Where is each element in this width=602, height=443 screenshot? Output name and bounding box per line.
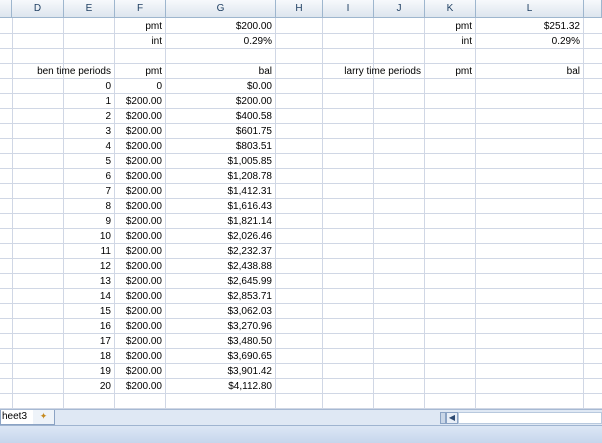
column-header-j[interactable]: J [374, 0, 425, 18]
period-cell[interactable]: 6 [64, 169, 114, 184]
column-header-g[interactable]: G [166, 0, 276, 18]
pmt-cell[interactable]: $200.00 [115, 289, 165, 304]
balance-cell[interactable]: $3,062.03 [166, 304, 275, 319]
pmt-cell[interactable]: 0 [115, 79, 165, 94]
column-header-e[interactable]: E [64, 0, 115, 18]
balance-cell[interactable]: $1,412.31 [166, 184, 275, 199]
column-header-row-corner [0, 0, 12, 18]
balance-cell[interactable]: $2,438.88 [166, 259, 275, 274]
cell-l-pmt-value[interactable]: $251.32 [476, 19, 583, 34]
balance-cell[interactable]: $200.00 [166, 94, 275, 109]
column-header-l[interactable]: L [476, 0, 584, 18]
pmt-cell[interactable]: $200.00 [115, 169, 165, 184]
pmt-cell[interactable]: $200.00 [115, 379, 165, 394]
sheet-tab-bar: heet3 ✦ ◀ [0, 409, 602, 425]
balance-cell[interactable]: $3,901.42 [166, 364, 275, 379]
pmt-cell[interactable]: $200.00 [115, 199, 165, 214]
balance-cell[interactable]: $4,112.80 [166, 379, 275, 394]
cell-g-pmt-value[interactable]: $200.00 [166, 19, 275, 34]
pmt-cell[interactable]: $200.00 [115, 109, 165, 124]
pmt-cell[interactable]: $200.00 [115, 274, 165, 289]
cell-ben-periods-header[interactable]: ben time periods [12, 64, 114, 79]
pmt-cell[interactable]: $200.00 [115, 184, 165, 199]
period-cell[interactable]: 1 [64, 94, 114, 109]
period-cell[interactable]: 4 [64, 139, 114, 154]
cell-g-int-value[interactable]: 0.29% [166, 34, 275, 49]
balance-cell[interactable]: $601.75 [166, 124, 275, 139]
column-header-m[interactable] [584, 0, 602, 18]
pmt-cell[interactable]: $200.00 [115, 94, 165, 109]
column-header-h[interactable]: H [276, 0, 323, 18]
pmt-cell[interactable]: $200.00 [115, 154, 165, 169]
spreadsheet-grid[interactable]: D E F G H I J K L pmt $200.00 pmt $251.3… [0, 0, 602, 409]
column-header-i[interactable]: I [323, 0, 374, 18]
period-cell[interactable]: 11 [64, 244, 114, 259]
pmt-cell[interactable]: $200.00 [115, 124, 165, 139]
scrollbar-track[interactable] [458, 412, 602, 424]
column-header-f[interactable]: F [115, 0, 166, 18]
balance-cell[interactable]: $1,821.14 [166, 214, 275, 229]
balance-cell[interactable]: $2,645.99 [166, 274, 275, 289]
scroll-left-icon[interactable]: ◀ [446, 412, 458, 424]
period-cell[interactable]: 16 [64, 319, 114, 334]
balance-cell[interactable]: $3,690.65 [166, 349, 275, 364]
balance-cell[interactable]: $1,005.85 [166, 154, 275, 169]
pmt-cell[interactable]: $200.00 [115, 364, 165, 379]
period-cell[interactable]: 18 [64, 349, 114, 364]
status-bar [0, 425, 602, 443]
period-cell[interactable]: 2 [64, 109, 114, 124]
horizontal-scrollbar[interactable]: ◀ [440, 412, 602, 424]
cell-ben-pmt-header[interactable]: pmt [115, 64, 165, 79]
cell-ben-bal-header[interactable]: bal [166, 64, 275, 79]
cell-larry-periods-header[interactable]: larry time periods [300, 64, 424, 79]
period-cell[interactable]: 12 [64, 259, 114, 274]
balance-cell[interactable]: $2,853.71 [166, 289, 275, 304]
period-cell[interactable]: 14 [64, 289, 114, 304]
period-cell[interactable]: 13 [64, 274, 114, 289]
period-cell[interactable]: 9 [64, 214, 114, 229]
period-cell[interactable]: 5 [64, 154, 114, 169]
column-header-d[interactable]: D [12, 0, 64, 18]
cell-k-pmt-label[interactable]: pmt [425, 19, 475, 34]
balance-cell[interactable]: $803.51 [166, 139, 275, 154]
balance-cell[interactable]: $3,270.96 [166, 319, 275, 334]
pmt-cell[interactable]: $200.00 [115, 229, 165, 244]
pmt-cell[interactable]: $200.00 [115, 319, 165, 334]
cell-larry-bal-header[interactable]: bal [476, 64, 583, 79]
period-cell[interactable]: 20 [64, 379, 114, 394]
cell-f-pmt-label[interactable]: pmt [115, 19, 165, 34]
pmt-cell[interactable]: $200.00 [115, 139, 165, 154]
cell-f-int-label[interactable]: int [115, 34, 165, 49]
period-cell[interactable]: 0 [64, 79, 114, 94]
period-cell[interactable]: 10 [64, 229, 114, 244]
pmt-cell[interactable]: $200.00 [115, 349, 165, 364]
period-cell[interactable]: 7 [64, 184, 114, 199]
balance-cell[interactable]: $400.58 [166, 109, 275, 124]
pmt-cell[interactable]: $200.00 [115, 259, 165, 274]
pmt-cell[interactable]: $200.00 [115, 214, 165, 229]
balance-cell[interactable]: $0.00 [166, 79, 275, 94]
pmt-cell[interactable]: $200.00 [115, 304, 165, 319]
sheet-tab-sheet3[interactable]: heet3 [0, 410, 34, 425]
balance-cell[interactable]: $2,232.37 [166, 244, 275, 259]
pmt-cell[interactable]: $200.00 [115, 334, 165, 349]
period-cell[interactable]: 19 [64, 364, 114, 379]
insert-worksheet-icon[interactable]: ✦ [33, 410, 55, 425]
period-cell[interactable]: 8 [64, 199, 114, 214]
balance-cell[interactable]: $1,208.78 [166, 169, 275, 184]
balance-cell[interactable]: $2,026.46 [166, 229, 275, 244]
period-cell[interactable]: 17 [64, 334, 114, 349]
cell-larry-pmt-header[interactable]: pmt [425, 64, 475, 79]
balance-cell[interactable]: $3,480.50 [166, 334, 275, 349]
period-cell[interactable]: 15 [64, 304, 114, 319]
balance-cell[interactable]: $1,616.43 [166, 199, 275, 214]
cell-l-int-value[interactable]: 0.29% [476, 34, 583, 49]
cell-k-int-label[interactable]: int [425, 34, 475, 49]
pmt-cell[interactable]: $200.00 [115, 244, 165, 259]
column-header-k[interactable]: K [425, 0, 476, 18]
period-cell[interactable]: 3 [64, 124, 114, 139]
